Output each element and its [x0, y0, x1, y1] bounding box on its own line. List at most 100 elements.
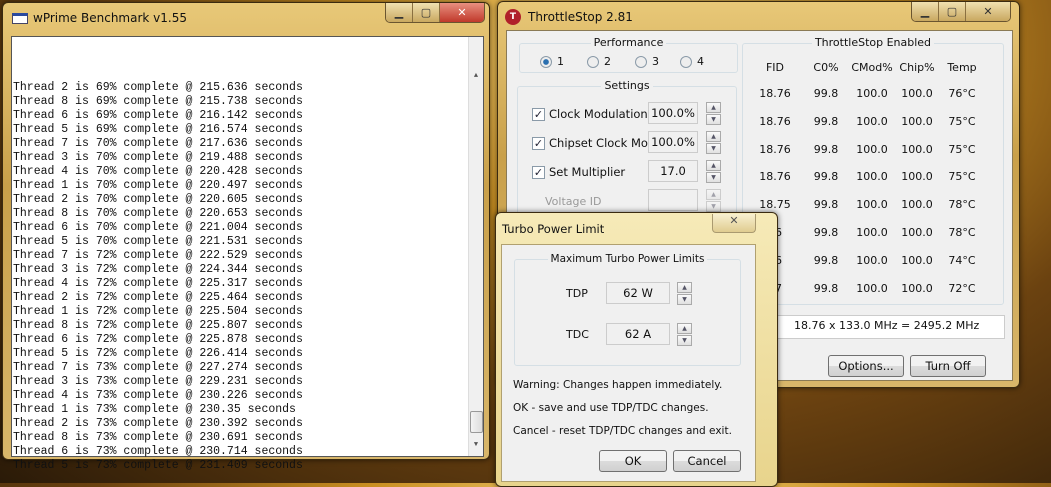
clock-modulation-checkbox[interactable]: ✓ Clock Modulation	[532, 107, 648, 121]
turn-off-button[interactable]: Turn Off	[910, 355, 986, 377]
status-cell: 18.76	[759, 87, 791, 100]
status-cell: 75°C	[948, 142, 976, 156]
up-arrow-icon[interactable]: ▲	[706, 160, 721, 171]
status-cell: 74°C	[948, 253, 976, 267]
voltage-id-spinner: ▲ ▼	[706, 189, 721, 212]
ok-button[interactable]: OK	[599, 450, 667, 472]
scrollbar-thumb[interactable]	[470, 411, 483, 433]
console-line: Thread 3 is 70% complete @ 219.488 secon…	[13, 151, 303, 164]
clock-modulation-spinner[interactable]: ▲ ▼	[706, 102, 721, 125]
clock-modulation-field[interactable]: 100.0%	[648, 102, 698, 124]
down-arrow-icon[interactable]: ▼	[706, 114, 721, 125]
up-arrow-icon[interactable]: ▲	[677, 282, 692, 293]
console-line: Thread 8 is 69% complete @ 215.738 secon…	[13, 95, 303, 108]
up-arrow-icon: ▲	[706, 189, 721, 200]
chipset-clock-mod-field[interactable]: 100.0%	[648, 131, 698, 153]
performance-radio-4[interactable]: 4	[680, 55, 704, 68]
console-line: Thread 2 is 73% complete @ 230.392 secon…	[13, 417, 303, 430]
dialog-client: Maximum Turbo Power Limits TDP 62 W ▲ ▼ T…	[501, 244, 756, 482]
status-cell: 99.8	[813, 253, 839, 267]
status-cell: 99.8	[813, 226, 839, 239]
status-cell: 78°C	[948, 226, 976, 239]
console-line: Thread 5 is 69% complete @ 216.574 secon…	[13, 123, 303, 136]
scroll-up-arrow-icon[interactable]: ▲	[469, 69, 483, 83]
warning-text: Warning: Changes happen immediately.	[513, 379, 723, 391]
status-cell: 100.0	[901, 114, 933, 128]
console-line: Thread 2 is 70% complete @ 220.605 secon…	[13, 193, 303, 206]
status-cell: 100.0	[856, 87, 888, 100]
column-header: Chip%	[899, 61, 935, 74]
checkmark-icon: ✓	[532, 107, 545, 121]
status-cell: 100.0	[901, 142, 933, 156]
up-arrow-icon[interactable]: ▲	[706, 131, 721, 142]
radio-label: 2	[604, 55, 611, 68]
max-turbo-group: Maximum Turbo Power Limits	[514, 253, 741, 366]
down-arrow-icon[interactable]: ▼	[706, 172, 721, 183]
status-cell: 99.8	[813, 142, 839, 156]
cancel-button[interactable]: Cancel	[673, 450, 741, 472]
performance-radio-1[interactable]: 1	[540, 55, 564, 68]
frequency-readout: 18.76 x 133.0 MHz = 2495.2 MHz	[767, 315, 1005, 339]
radio-icon	[540, 55, 552, 68]
scroll-down-arrow-icon[interactable]: ▼	[469, 438, 483, 452]
console-line: Thread 8 is 70% complete @ 220.653 secon…	[13, 207, 303, 220]
performance-radio-3[interactable]: 3	[635, 55, 659, 68]
maximize-button[interactable]: ▢	[413, 3, 440, 22]
radio-icon	[587, 55, 599, 68]
close-button[interactable]: ✕	[966, 2, 1010, 21]
status-cell: 99.8	[813, 114, 839, 128]
console-line: Thread 1 is 70% complete @ 220.497 secon…	[13, 179, 303, 192]
minimize-button[interactable]: ▁	[386, 3, 413, 22]
console-line: Thread 5 is 70% complete @ 221.531 secon…	[13, 235, 303, 248]
up-arrow-icon[interactable]: ▲	[677, 323, 692, 334]
console-line: Thread 2 is 69% complete @ 215.636 secon…	[13, 81, 303, 94]
column-header: C0%	[813, 61, 839, 74]
tdp-spinner[interactable]: ▲ ▼	[677, 282, 692, 305]
radio-label: 3	[652, 55, 659, 68]
status-cell: 76°C	[948, 87, 976, 100]
vertical-scrollbar[interactable]: ▲ ▼	[468, 37, 483, 456]
set-multiplier-checkbox[interactable]: ✓ Set Multiplier	[532, 165, 625, 179]
set-multiplier-spinner[interactable]: ▲ ▼	[706, 160, 721, 183]
checkbox-label: Clock Modulation	[549, 107, 648, 121]
column-header: FID	[765, 61, 785, 74]
down-arrow-icon[interactable]: ▼	[677, 294, 692, 305]
cancel-note-text: Cancel - reset TDP/TDC changes and exit.	[513, 425, 732, 437]
status-cell: 100.0	[901, 87, 933, 100]
throttlestop-logo-icon: T	[505, 9, 521, 25]
max-turbo-label: Maximum Turbo Power Limits	[547, 253, 708, 265]
close-button[interactable]: ✕	[440, 3, 484, 22]
chipset-clock-mod-checkbox[interactable]: ✓ Chipset Clock Mod	[532, 136, 655, 150]
console-line: Thread 3 is 73% complete @ 229.231 secon…	[13, 375, 303, 388]
performance-radio-2[interactable]: 2	[587, 55, 611, 68]
status-cell: 100.0	[901, 253, 933, 267]
tdp-field[interactable]: 62 W	[606, 282, 670, 304]
down-arrow-icon[interactable]: ▼	[677, 335, 692, 346]
status-cell: 99.8	[813, 198, 839, 212]
down-arrow-icon[interactable]: ▼	[706, 143, 721, 154]
window-title: ThrottleStop 2.81	[528, 10, 633, 24]
radio-label: 4	[697, 55, 704, 68]
status-cell: 100.0	[856, 170, 888, 184]
console-line: Thread 2 is 72% complete @ 225.464 secon…	[13, 291, 303, 304]
tdc-field[interactable]: 62 A	[606, 323, 670, 345]
window-controls: ▁ ▢ ✕	[911, 2, 1011, 22]
dialog-title: Turbo Power Limit	[502, 222, 605, 236]
status-cell: 100.0	[901, 226, 933, 239]
minimize-button[interactable]: ▁	[912, 2, 939, 21]
performance-group: Performance 1 2 3 4	[519, 36, 738, 73]
console-line: Thread 8 is 73% complete @ 230.691 secon…	[13, 431, 303, 444]
status-cell: 100.0	[901, 198, 933, 212]
chipset-clock-mod-spinner[interactable]: ▲ ▼	[706, 131, 721, 154]
status-cell: 100.0	[856, 281, 888, 295]
tdc-spinner[interactable]: ▲ ▼	[677, 323, 692, 346]
up-arrow-icon[interactable]: ▲	[706, 102, 721, 113]
dialog-close-button[interactable]: ✕	[712, 214, 756, 233]
console-line: Thread 5 is 72% complete @ 226.414 secon…	[13, 347, 303, 360]
console-output[interactable]: ▲ ▼ Thread 2 is 69% complete @ 215.636 s…	[11, 36, 484, 472]
maximize-button[interactable]: ▢	[939, 2, 966, 21]
radio-icon	[680, 55, 692, 68]
status-cell: 100.0	[856, 253, 888, 267]
set-multiplier-field[interactable]: 17.0	[648, 160, 698, 182]
options-button[interactable]: Options...	[828, 355, 904, 377]
